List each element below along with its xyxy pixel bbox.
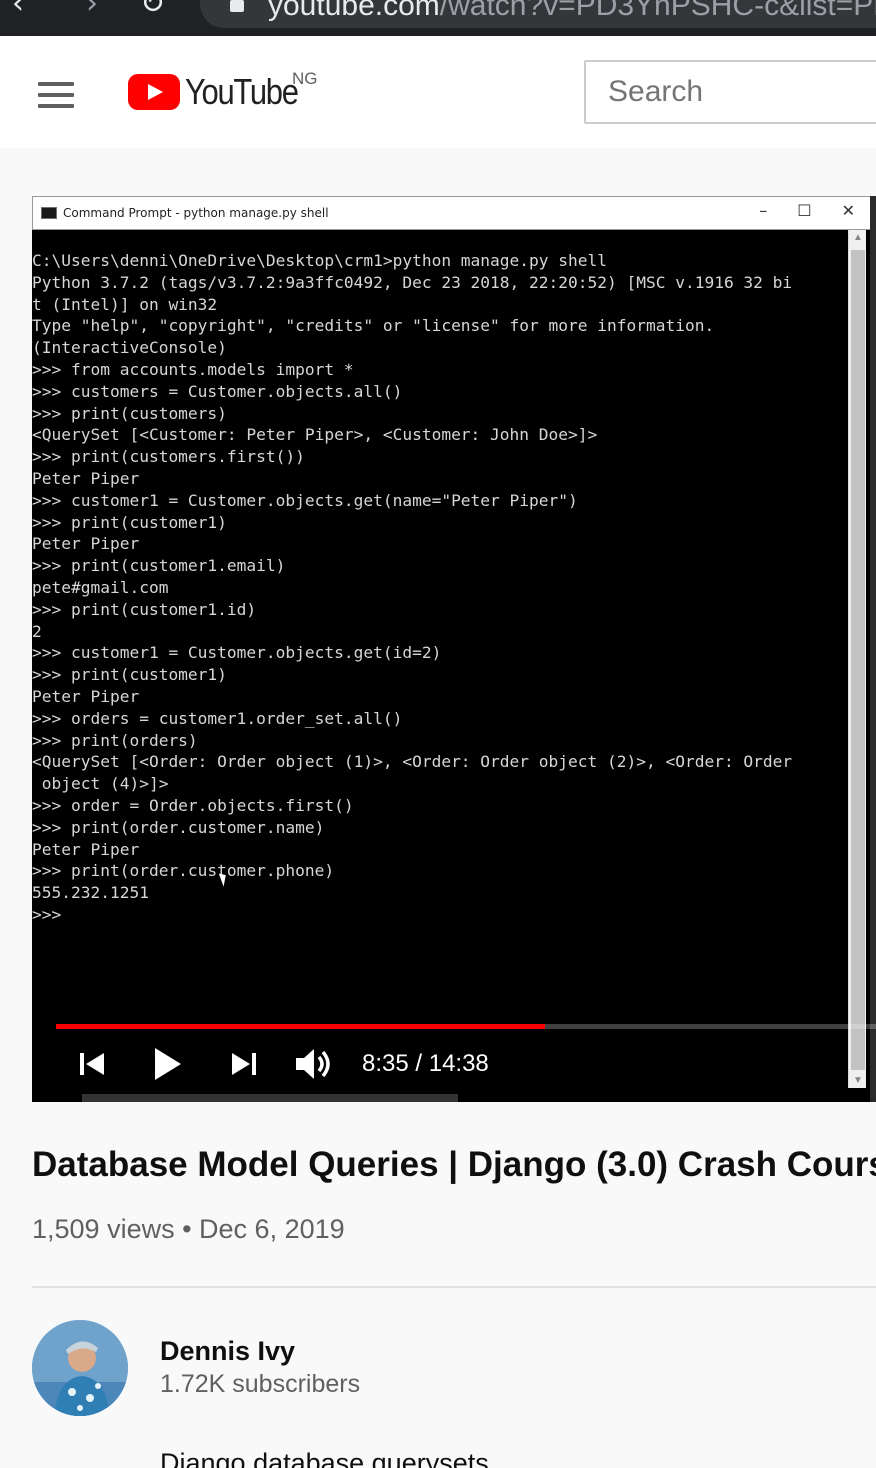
url-path: /watch?v=PD3YnPSHC-c&list=PL	[439, 0, 876, 22]
terminal-line: C:\Users\denni\OneDrive\Desktop\crm1>pyt…	[32, 251, 607, 270]
terminal-line: >>> print(order.customer.phone)	[32, 861, 335, 881]
progress-fill	[56, 1024, 545, 1029]
terminal-line: Peter Piper	[32, 468, 140, 488]
terminal-line: >>> print(customers)	[32, 403, 227, 423]
terminal-line: <QuerySet [<Customer: Peter Piper>, <Cus…	[32, 425, 598, 445]
terminal-line: (InteractiveConsole)	[32, 338, 227, 358]
avatar[interactable]	[32, 1320, 128, 1416]
cmd-window-titlebar: Command Prompt - python manage.py shell …	[32, 196, 876, 230]
video-description: Django database querysets	[160, 1448, 489, 1468]
terminal-line: >>> customer1 = Customer.objects.get(nam…	[32, 490, 578, 510]
time-display: 8:35 / 14:38	[362, 1050, 489, 1077]
forward-icon[interactable]: ›	[86, 0, 98, 21]
divider	[32, 1286, 876, 1288]
play-icon[interactable]	[150, 1042, 186, 1086]
terminal-line: <QuerySet [<Order: Order object (1)>, <O…	[32, 752, 793, 772]
maximize-icon: ☐	[797, 201, 812, 220]
video-title: Database Model Queries | Django (3.0) Cr…	[32, 1145, 876, 1184]
video-player[interactable]: Command Prompt - python manage.py shell …	[32, 196, 876, 1102]
terminal-output: C:\Users\denni\OneDrive\Desktop\crm1>pyt…	[32, 250, 848, 926]
terminal-line: >>> print(customer1)	[32, 512, 227, 532]
youtube-logo-icon	[128, 74, 180, 110]
cmd-icon	[41, 207, 57, 219]
country-code: NG	[292, 69, 318, 88]
cmd-scroll-thumb	[851, 250, 865, 1070]
search-input[interactable]: Search	[584, 60, 876, 124]
terminal-line: >>> customers = Customer.objects.all()	[32, 381, 403, 401]
terminal-line: >>>	[32, 904, 62, 924]
window-controls: – ☐ ✕	[759, 201, 855, 220]
subscriber-count: 1.72K subscribers	[160, 1370, 361, 1398]
terminal-line: object (4)>]>	[32, 774, 169, 794]
video-meta: 1,509 views • Dec 6, 2019	[32, 1214, 345, 1244]
terminal-line: Peter Piper	[32, 534, 140, 554]
address-bar[interactable]: youtube.com/watch?v=PD3YnPSHC-c&list=PL	[200, 0, 876, 28]
player-bottom-strip	[82, 1094, 458, 1102]
site-header: YouTube NG Search	[0, 36, 876, 148]
youtube-logo[interactable]: YouTube	[128, 71, 316, 112]
terminal-line: 2	[32, 621, 42, 641]
volume-icon[interactable]	[292, 1042, 336, 1086]
minimize-icon: –	[759, 201, 768, 220]
terminal-line: t (Intel)] on win32	[32, 294, 218, 314]
next-icon[interactable]	[228, 1042, 260, 1086]
menu-icon[interactable]	[38, 82, 74, 108]
back-icon[interactable]: ‹	[12, 0, 24, 21]
terminal-line: >>> print(orders)	[32, 730, 198, 750]
channel-name[interactable]: Dennis Ivy	[160, 1336, 295, 1367]
logo-wordmark: YouTube	[185, 71, 299, 112]
terminal-line: Peter Piper	[32, 839, 140, 859]
cmd-window-title: Command Prompt - python manage.py shell	[63, 206, 329, 220]
url-host: youtube.com	[268, 0, 440, 22]
reload-icon[interactable]: ↻	[140, 0, 165, 21]
terminal-line: >>> orders = customer1.order_set.all()	[32, 708, 403, 728]
terminal-line: >>> print(order.customer.name)	[32, 817, 325, 837]
terminal-line: Type "help", "copyright", "credits" or "…	[32, 316, 715, 336]
terminal-line: Python 3.7.2 (tags/v3.7.2:9a3ffc0492, De…	[32, 272, 793, 292]
player-edge	[870, 196, 876, 1102]
lock-icon	[230, 0, 244, 12]
terminal-line: Peter Piper	[32, 686, 140, 706]
scroll-up-icon: ▲	[853, 232, 863, 243]
terminal-line: >>> order = Order.objects.first()	[32, 795, 354, 815]
terminal-line: >>> print(customer1)	[32, 665, 227, 685]
terminal-line: >>> print(customers.first())	[32, 447, 305, 467]
previous-icon[interactable]	[76, 1042, 108, 1086]
browser-toolbar: ‹ › ↻ youtube.com/watch?v=PD3YnPSHC-c&li…	[0, 0, 876, 36]
player-controls: 8:35 / 14:38	[32, 1042, 876, 1086]
terminal-line: >>> from accounts.models import *	[32, 359, 354, 379]
terminal-line: >>> customer1 = Customer.objects.get(id=…	[32, 643, 442, 663]
terminal-line: >>> print(customer1.email)	[32, 556, 286, 576]
cmd-scrollbar: ▲ ▼	[848, 230, 866, 1088]
url-text: youtube.com/watch?v=PD3YnPSHC-c&list=PL	[268, 0, 876, 23]
terminal-line: >>> print(customer1.id)	[32, 599, 257, 619]
terminal-line: 555.232.1251	[32, 883, 149, 903]
progress-bar[interactable]	[56, 1024, 876, 1029]
close-icon: ✕	[841, 201, 855, 220]
terminal-line: pete#gmail.com	[32, 577, 169, 597]
search-placeholder: Search	[608, 75, 704, 108]
